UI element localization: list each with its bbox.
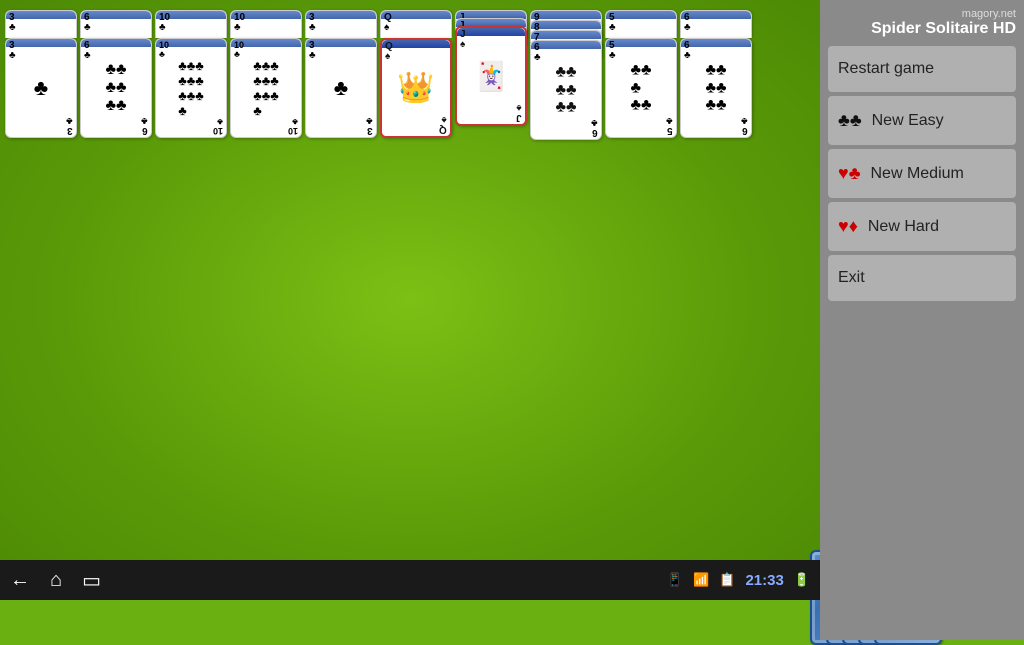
screen-icon: 📱 bbox=[667, 572, 683, 588]
status-icons: 📱 📶 📋 21:33 🔋 bbox=[667, 572, 810, 589]
card-full: 10♣ ♣♣♣♣♣♣♣♣♣♣ 10♣ bbox=[230, 38, 302, 138]
card-full: 6♣ ♣♣♣♣♣♣ 6♣ bbox=[680, 38, 752, 138]
exit-button[interactable]: Exit bbox=[828, 255, 1016, 301]
card-peek: 6♣ bbox=[80, 10, 152, 38]
card-full: 10♣ ♣♣♣♣♣♣♣♣♣♣ 10♣ bbox=[155, 38, 227, 138]
restart-button[interactable]: Restart game bbox=[828, 46, 1016, 92]
card-column-1[interactable]: 3♣ 3♣ ♣ 3♣ bbox=[5, 10, 77, 140]
new-medium-button[interactable]: ♥♣ New Medium bbox=[828, 149, 1016, 198]
exit-label: Exit bbox=[838, 269, 865, 287]
card-full: 6♣ ♣♣♣♣♣♣ 6♣ bbox=[80, 38, 152, 138]
restart-label: Restart game bbox=[838, 60, 934, 78]
card-column-8[interactable]: 9♣ 8♣ 7♣ 6♣ ♣♣♣♣♣♣ 6♣ bbox=[530, 10, 602, 140]
card-table: 3♣ 3♣ ♣ 3♣ 6♣ 6♣ ♣♣♣♣♣♣ 6♣ bbox=[5, 10, 752, 140]
recents-button[interactable]: ▭ bbox=[82, 568, 101, 593]
card-queen: Q♠ 👑 Q♠ bbox=[380, 38, 452, 138]
card-peek: 10♣ bbox=[155, 10, 227, 38]
new-hard-button[interactable]: ♥♦ New Hard bbox=[828, 202, 1016, 251]
right-panel: magory.net Spider Solitaire HD Restart g… bbox=[820, 0, 1024, 640]
card-column-6[interactable]: Q♠ Q♠ 👑 Q♠ bbox=[380, 10, 452, 140]
card-jack: J♠ 🃏 J♠ bbox=[455, 26, 527, 126]
bottom-bar: ← ⌂ ▭ 📱 📶 📋 21:33 🔋 bbox=[0, 560, 820, 600]
battery-icon: 🔋 bbox=[794, 572, 810, 588]
card-peek: 3♣ bbox=[305, 10, 377, 38]
app-title: Spider Solitaire HD bbox=[871, 20, 1016, 38]
card-peek: 10♣ bbox=[230, 10, 302, 38]
card-full: 3♣ ♣ 3♣ bbox=[305, 38, 377, 138]
new-easy-label: New Easy bbox=[872, 112, 944, 130]
easy-icon: ♣♣ bbox=[838, 110, 862, 131]
card-peek: Q♠ bbox=[380, 10, 452, 38]
card-column-9[interactable]: 5♣ 5♣ ♣♣♣♣♣ 5♣ bbox=[605, 10, 677, 140]
medium-icon: ♥♣ bbox=[838, 163, 861, 184]
brand-label: magory.net bbox=[962, 8, 1016, 20]
card-full: 5♣ ♣♣♣♣♣ 5♣ bbox=[605, 38, 677, 138]
card-peek: 5♣ bbox=[605, 10, 677, 38]
game-area: 3♣ 3♣ ♣ 3♣ 6♣ 6♣ ♣♣♣♣♣♣ 6♣ bbox=[0, 0, 820, 600]
hard-icon: ♥♦ bbox=[838, 216, 858, 237]
home-button[interactable]: ⌂ bbox=[50, 569, 62, 592]
card-full-6clubs: 6♣ ♣♣♣♣♣♣ 6♣ bbox=[530, 40, 602, 140]
card-column-7[interactable]: J♣ J♠ J♠ 🃏 J♠ bbox=[455, 10, 527, 140]
new-easy-button[interactable]: ♣♣ New Easy bbox=[828, 96, 1016, 145]
back-button[interactable]: ← bbox=[10, 569, 30, 592]
signal-icon: 📶 bbox=[693, 572, 709, 588]
new-hard-label: New Hard bbox=[868, 218, 939, 236]
card-column-3[interactable]: 10♣ 10♣ ♣♣♣♣♣♣♣♣♣♣ 10♣ bbox=[155, 10, 227, 140]
card-column-5[interactable]: 3♣ 3♣ ♣ 3♣ bbox=[305, 10, 377, 140]
app-title-bar: magory.net Spider Solitaire HD bbox=[828, 8, 1016, 38]
new-medium-label: New Medium bbox=[871, 165, 964, 183]
card-column-2[interactable]: 6♣ 6♣ ♣♣♣♣♣♣ 6♣ bbox=[80, 10, 152, 140]
card-peek: 3♣ bbox=[5, 10, 77, 38]
card-peek: 6♣ bbox=[680, 10, 752, 38]
card-full: 3♣ ♣ 3♣ bbox=[5, 38, 77, 138]
card-column-4[interactable]: 10♣ 10♣ ♣♣♣♣♣♣♣♣♣♣ 10♣ bbox=[230, 10, 302, 140]
sim-icon: 📋 bbox=[719, 572, 735, 588]
clock: 21:33 bbox=[745, 572, 783, 589]
card-column-10[interactable]: 6♣ 6♣ ♣♣♣♣♣♣ 6♣ bbox=[680, 10, 752, 140]
